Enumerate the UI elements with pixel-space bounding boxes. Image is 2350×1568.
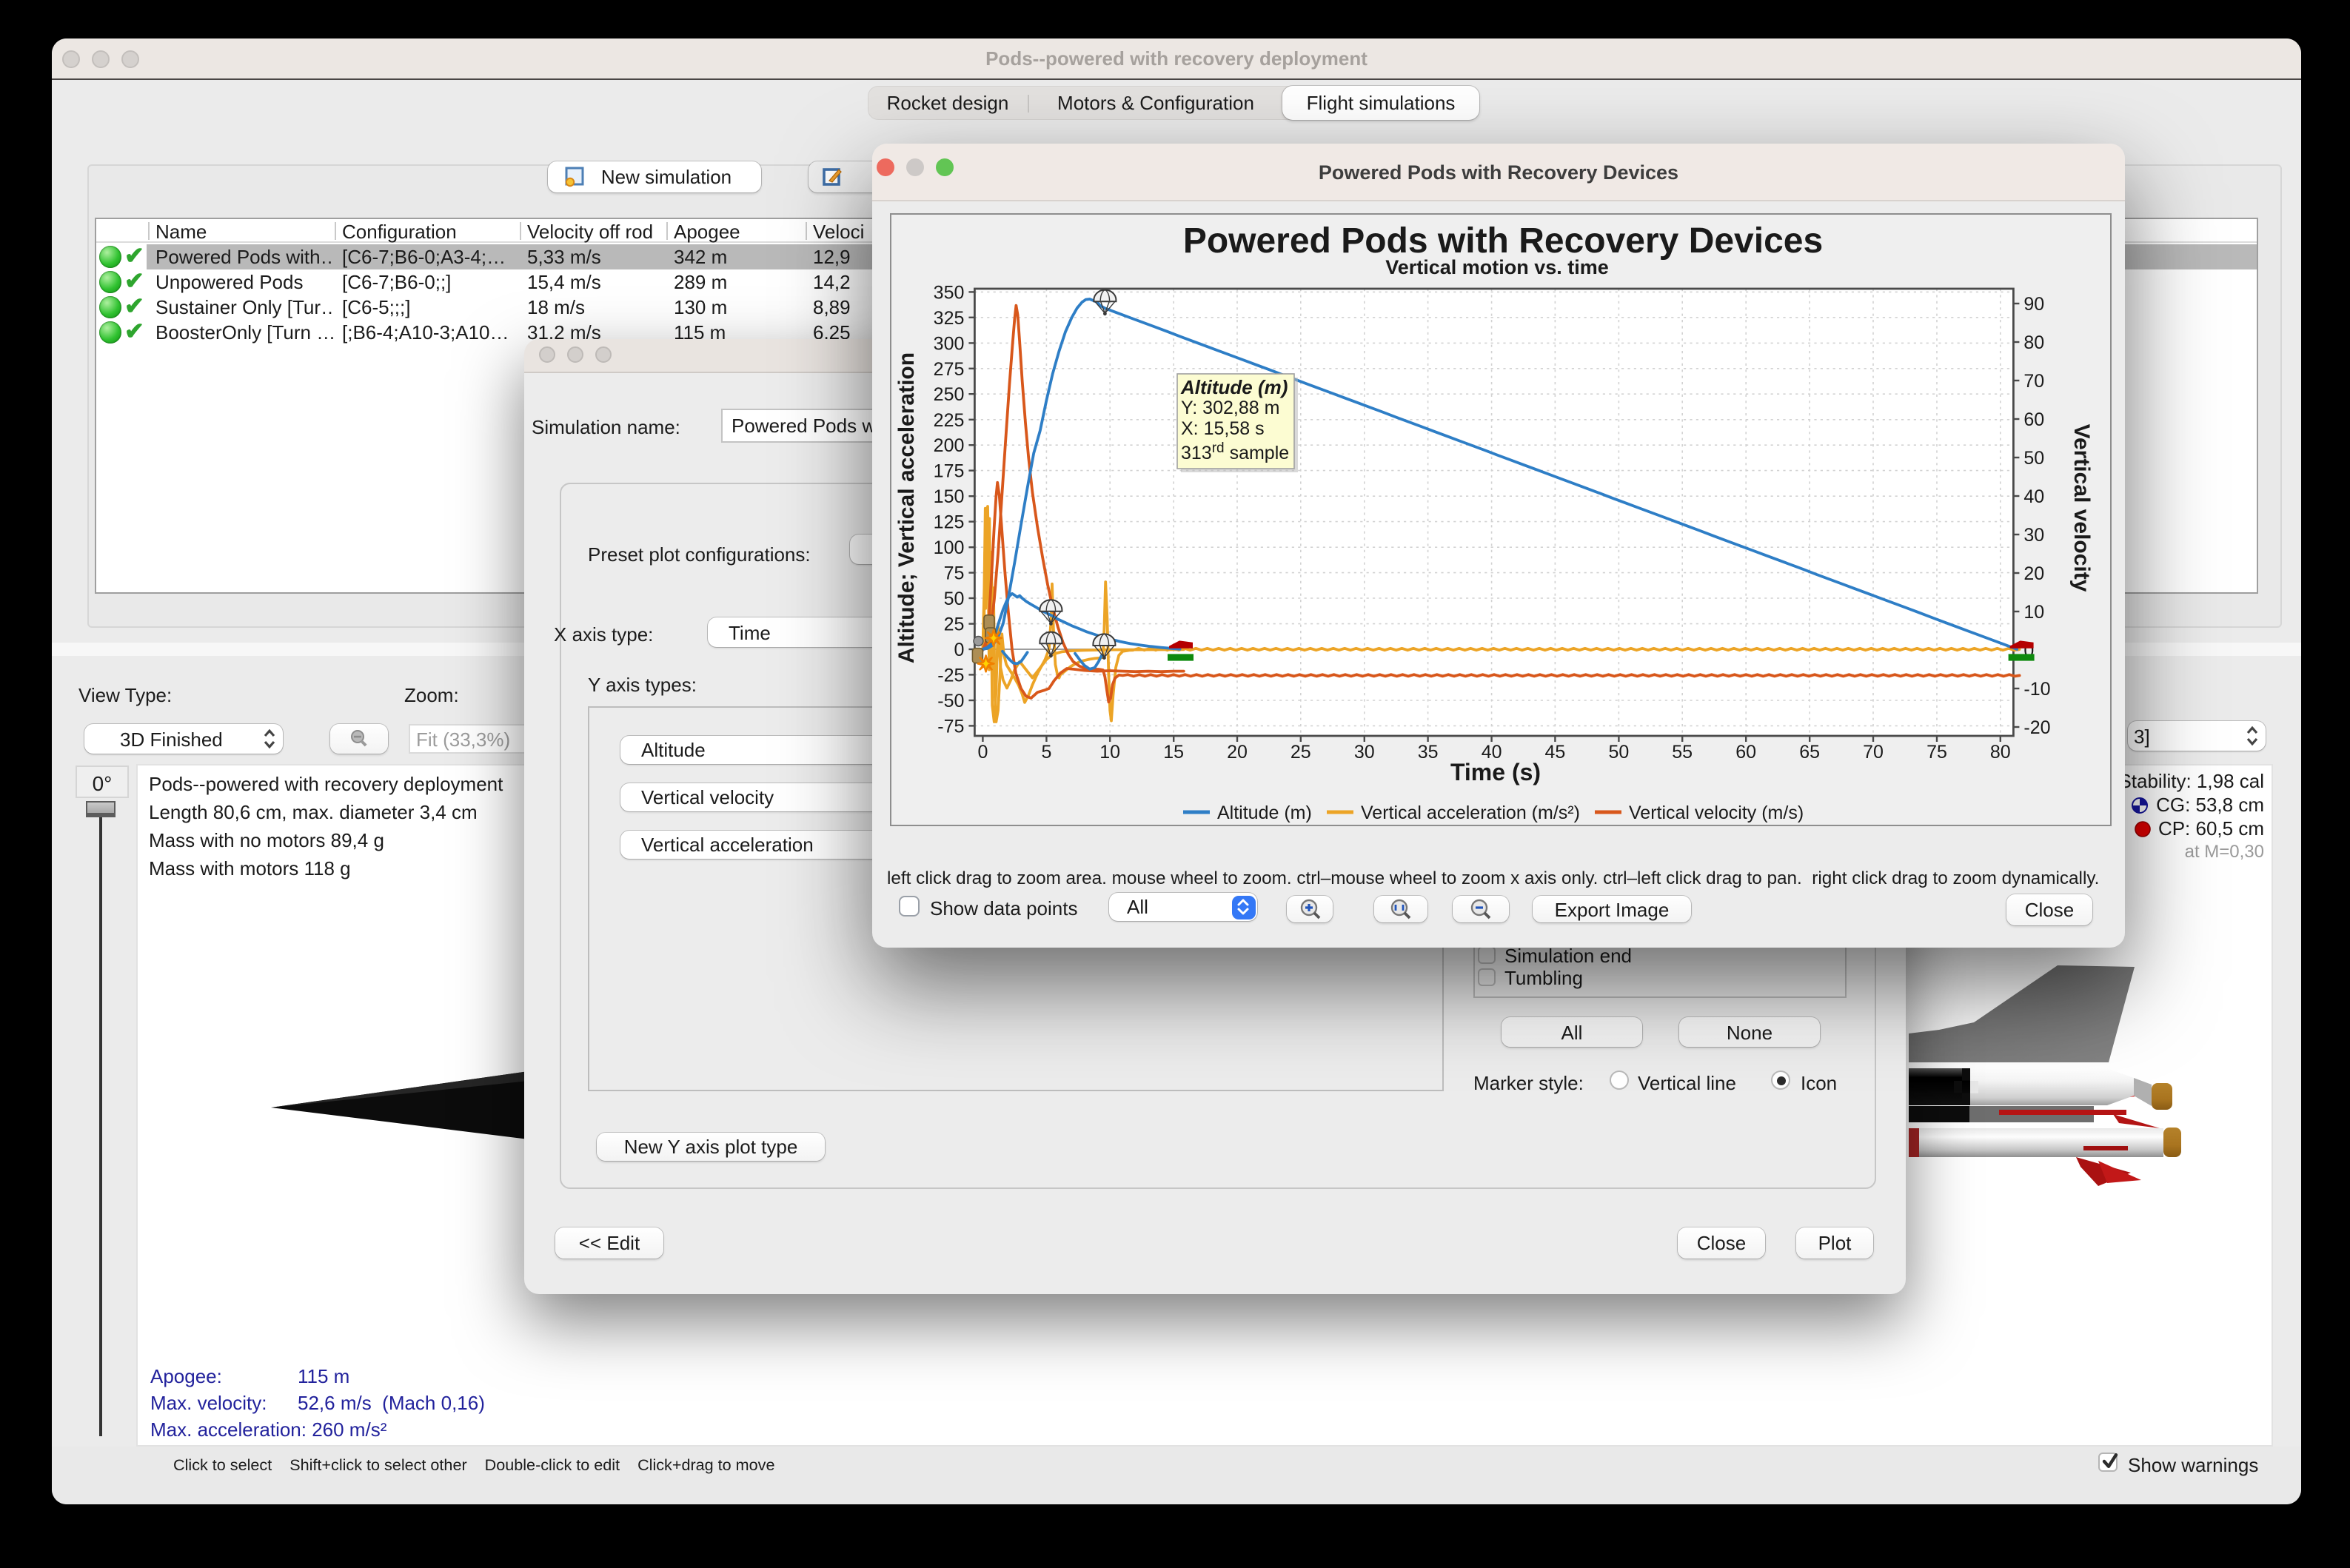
svg-text:Vertical velocity: Vertical velocity	[2069, 424, 2094, 592]
svg-text:75: 75	[1926, 742, 1947, 763]
svg-text:70: 70	[1863, 742, 1884, 763]
svg-text:350: 350	[934, 282, 965, 303]
svg-text:100: 100	[934, 537, 965, 558]
svg-text:-20: -20	[2023, 717, 2050, 738]
svg-text:-10: -10	[2023, 679, 2050, 700]
svg-text:X: 15,58 s: X: 15,58 s	[1181, 418, 1265, 439]
svg-text:150: 150	[934, 486, 965, 507]
svg-text:313rd sample: 313rd sample	[1181, 440, 1289, 463]
svg-text:80: 80	[1990, 742, 2011, 763]
svg-text:60: 60	[1735, 742, 1756, 763]
svg-text:25: 25	[1291, 742, 1311, 763]
svg-text:30: 30	[1354, 742, 1375, 763]
svg-text:125: 125	[934, 512, 965, 533]
svg-text:50: 50	[2023, 448, 2044, 469]
svg-text:Vertical motion vs. time: Vertical motion vs. time	[1385, 256, 1609, 278]
svg-text:40: 40	[2023, 486, 2044, 507]
svg-text:175: 175	[934, 461, 965, 482]
svg-text:-25: -25	[937, 665, 964, 686]
svg-text:Altitude; Vertical acceleratio: Altitude; Vertical acceleration	[894, 352, 919, 663]
svg-text:30: 30	[2023, 525, 2044, 546]
svg-text:70: 70	[2023, 371, 2044, 392]
svg-text:Time (s): Time (s)	[1450, 759, 1541, 785]
svg-text:80: 80	[2023, 332, 2044, 353]
svg-text:55: 55	[1672, 742, 1693, 763]
svg-text:5: 5	[1041, 742, 1051, 763]
svg-text:10: 10	[2023, 602, 2044, 623]
svg-text:Powered Pods with Recovery Dev: Powered Pods with Recovery Devices	[1183, 221, 1823, 261]
svg-text:15: 15	[1163, 742, 1184, 763]
svg-text:225: 225	[934, 410, 965, 431]
svg-text:25: 25	[944, 614, 965, 635]
svg-text:0: 0	[977, 742, 988, 763]
svg-text:275: 275	[934, 359, 965, 380]
svg-text:35: 35	[1418, 742, 1439, 763]
svg-text:-75: -75	[937, 716, 964, 737]
svg-text:Altitude (m): Altitude (m)	[1180, 376, 1288, 398]
svg-text:45: 45	[1544, 742, 1565, 763]
svg-text:325: 325	[934, 308, 965, 329]
svg-text:50: 50	[944, 589, 965, 609]
svg-text:20: 20	[2023, 563, 2044, 584]
svg-text:75: 75	[944, 563, 965, 584]
svg-text:Vertical acceleration (m/s²): Vertical acceleration (m/s²)	[1361, 803, 1580, 823]
svg-text:250: 250	[934, 384, 965, 405]
svg-text:65: 65	[1799, 742, 1820, 763]
svg-text:Y: 302,88 m: Y: 302,88 m	[1181, 398, 1279, 418]
svg-text:10: 10	[1099, 742, 1120, 763]
svg-text:Altitude (m): Altitude (m)	[1217, 803, 1312, 823]
svg-text:50: 50	[1608, 742, 1629, 763]
svg-text:0: 0	[954, 640, 964, 660]
svg-text:90: 90	[2023, 294, 2044, 315]
svg-text:Vertical velocity (m/s): Vertical velocity (m/s)	[1629, 803, 1804, 823]
svg-text:-50: -50	[937, 691, 964, 711]
svg-text:300: 300	[934, 333, 965, 354]
svg-text:20: 20	[1227, 742, 1248, 763]
svg-text:200: 200	[934, 435, 965, 456]
svg-text:60: 60	[2023, 409, 2044, 430]
